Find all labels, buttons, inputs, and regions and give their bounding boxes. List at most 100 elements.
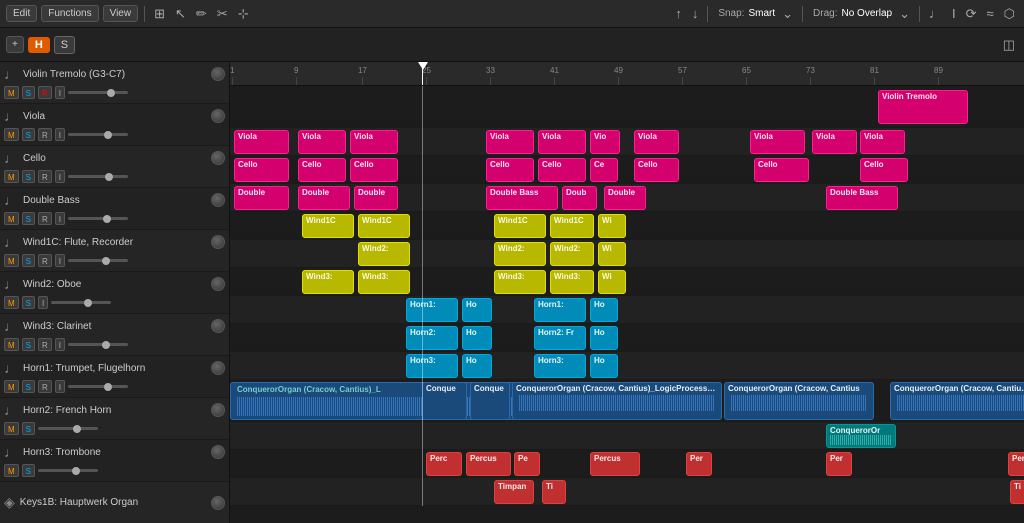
clip[interactable]: Viola: [538, 130, 586, 154]
count-in-icon[interactable]: I: [949, 6, 959, 21]
clip[interactable]: Viola: [234, 130, 289, 154]
clip[interactable]: Double: [604, 186, 646, 210]
clip[interactable]: Ho: [590, 298, 618, 322]
clip[interactable]: Cello: [486, 158, 534, 182]
clip[interactable]: Percus: [466, 452, 511, 476]
rec-btn[interactable]: R: [38, 128, 52, 141]
drag-chevron[interactable]: ⌄: [896, 6, 913, 22]
input-btn[interactable]: I: [55, 86, 65, 99]
clip[interactable]: Wind2:: [550, 242, 594, 266]
clip[interactable]: Pe: [514, 452, 540, 476]
clip[interactable]: Horn2: Fr: [534, 326, 586, 350]
arrow-up[interactable]: ↑: [672, 6, 685, 21]
clip[interactable]: Ho: [462, 354, 492, 378]
clip[interactable]: Wind3:: [550, 270, 594, 294]
clip[interactable]: Horn3:: [534, 354, 586, 378]
clip[interactable]: Viola: [350, 130, 398, 154]
clip[interactable]: Ce: [590, 158, 618, 182]
mute-btn[interactable]: M: [4, 254, 19, 267]
solo-btn[interactable]: S: [22, 86, 35, 99]
plus-button[interactable]: +: [6, 36, 24, 53]
clip[interactable]: Wi: [598, 270, 626, 294]
volume-knob[interactable]: [211, 403, 225, 417]
clip[interactable]: Horn3:: [406, 354, 458, 378]
clip[interactable]: Viola: [486, 130, 534, 154]
mute-btn[interactable]: M: [4, 380, 19, 393]
clip[interactable]: Cello: [350, 158, 398, 182]
clip[interactable]: Wind1C: [550, 214, 594, 238]
clip[interactable]: Wind1C: [494, 214, 546, 238]
clip[interactable]: Percus: [590, 452, 640, 476]
view-menu[interactable]: View: [103, 5, 139, 22]
volume-knob[interactable]: [211, 151, 225, 165]
clip[interactable]: Wind2:: [494, 242, 546, 266]
clip[interactable]: Ho: [590, 354, 618, 378]
solo-btn[interactable]: S: [22, 170, 35, 183]
mute-btn[interactable]: M: [4, 296, 19, 309]
clip[interactable]: Viola: [860, 130, 905, 154]
volume-fader[interactable]: [68, 259, 128, 262]
clip[interactable]: Double: [234, 186, 289, 210]
clip[interactable]: Cello: [754, 158, 809, 182]
clip[interactable]: Cello: [634, 158, 679, 182]
audio-clip[interactable]: ConquerorOrgan (Cracow, Cantius: [724, 382, 874, 420]
clip[interactable]: Wind2:: [358, 242, 410, 266]
h-button[interactable]: H: [28, 37, 50, 53]
clip[interactable]: Double: [354, 186, 398, 210]
audio-clip[interactable]: Conque: [470, 382, 510, 420]
volume-fader[interactable]: [68, 217, 128, 220]
rec-btn[interactable]: R: [38, 170, 52, 183]
volume-fader[interactable]: [68, 175, 128, 178]
clip[interactable]: Ho: [462, 298, 492, 322]
solo-btn[interactable]: S: [22, 296, 35, 309]
clip[interactable]: Violin Tremolo: [878, 90, 968, 124]
solo-btn[interactable]: S: [22, 212, 35, 225]
volume-knob[interactable]: [211, 235, 225, 249]
arrange-area[interactable]: 1 9 17 25 33: [230, 62, 1024, 523]
solo-btn[interactable]: S: [22, 128, 35, 141]
clip[interactable]: ConquerorOr: [826, 424, 896, 448]
clip[interactable]: Wind3:: [358, 270, 410, 294]
scissor-tool[interactable]: ✂: [214, 6, 231, 22]
clip[interactable]: Perc: [426, 452, 462, 476]
clip[interactable]: Wind3:: [302, 270, 354, 294]
volume-knob[interactable]: [211, 193, 225, 207]
clip[interactable]: Per: [686, 452, 712, 476]
volume-knob[interactable]: [211, 319, 225, 333]
functions-menu[interactable]: Functions: [41, 5, 98, 22]
mute-btn[interactable]: M: [4, 422, 19, 435]
s-button[interactable]: S: [54, 36, 75, 54]
volume-knob[interactable]: [211, 445, 225, 459]
clip[interactable]: Cello: [860, 158, 908, 182]
link-icon[interactable]: ⬡: [1001, 6, 1018, 22]
clip[interactable]: Wind3:: [494, 270, 546, 294]
input-btn[interactable]: I: [55, 254, 65, 267]
input-btn[interactable]: I: [55, 170, 65, 183]
volume-knob[interactable]: [211, 496, 225, 510]
clip[interactable]: Wind1C: [302, 214, 354, 238]
collapse-icon[interactable]: ◫: [1000, 37, 1018, 53]
solo-btn[interactable]: S: [22, 380, 35, 393]
clip[interactable]: Vio: [590, 130, 620, 154]
mute-btn[interactable]: M: [4, 464, 19, 477]
volume-fader[interactable]: [68, 343, 128, 346]
clip[interactable]: Cello: [234, 158, 289, 182]
clip[interactable]: Horn1:: [406, 298, 458, 322]
solo-btn[interactable]: S: [22, 338, 35, 351]
metronome-icon[interactable]: ♩: [926, 6, 945, 21]
clip[interactable]: Viola: [634, 130, 679, 154]
clip[interactable]: Wi: [598, 214, 626, 238]
rec-btn[interactable]: R: [38, 338, 52, 351]
clip[interactable]: Ho: [462, 326, 492, 350]
clip[interactable]: Ti: [542, 480, 566, 504]
solo-btn[interactable]: S: [22, 422, 35, 435]
input-btn[interactable]: I: [55, 338, 65, 351]
mute-btn[interactable]: M: [4, 338, 19, 351]
input-btn[interactable]: I: [55, 212, 65, 225]
clip[interactable]: Wi: [598, 242, 626, 266]
clip[interactable]: Per: [1008, 452, 1024, 476]
rec-btn[interactable]: R: [38, 254, 52, 267]
rec-btn[interactable]: R: [38, 380, 52, 393]
volume-fader[interactable]: [68, 91, 128, 94]
clip[interactable]: Ti: [1010, 480, 1024, 504]
